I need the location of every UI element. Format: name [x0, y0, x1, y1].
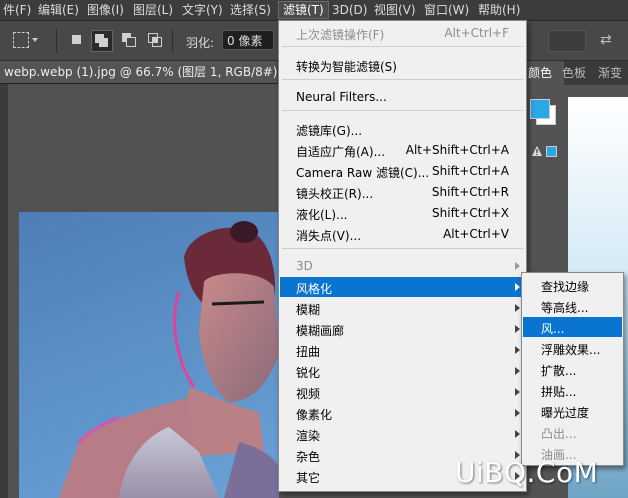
tab-gradients[interactable]: 渐变 — [598, 61, 622, 85]
watermark: UiBQ.CoM — [455, 456, 599, 489]
menu-item-sharpen[interactable]: 锐化 — [280, 361, 525, 381]
new-selection-icon[interactable] — [68, 31, 86, 49]
menu-item-last-filter[interactable]: 上次滤镜操作(F) Alt+Ctrl+F — [280, 23, 525, 43]
menu-filter[interactable]: 滤镜(T) — [278, 1, 329, 19]
menu-item-blur-gallery[interactable]: 模糊画廊 — [280, 319, 525, 339]
menu-type[interactable]: 文字(Y) — [182, 2, 223, 18]
canvas-image[interactable] — [19, 212, 279, 498]
menu-separator — [282, 46, 523, 47]
menu-layer[interactable]: 图层(L) — [133, 2, 173, 18]
menu-help[interactable]: 帮助(H) — [478, 2, 520, 18]
submenu-arrow-icon — [515, 388, 520, 396]
foreground-color-swatch[interactable] — [530, 99, 550, 119]
menu-item-stylize[interactable]: 风格化 — [280, 277, 525, 297]
submenu-arrow-icon — [515, 283, 520, 291]
submenu-item-tiles[interactable]: 拼贴... — [523, 380, 622, 400]
submenu-item-extrude[interactable]: 凸出... — [523, 422, 622, 442]
menu-item-3d[interactable]: 3D — [280, 256, 525, 276]
menu-view[interactable]: 视图(V) — [374, 2, 416, 18]
menu-item-render[interactable]: 渲染 — [280, 424, 525, 444]
submenu-arrow-icon — [515, 367, 520, 375]
subtract-selection-icon[interactable] — [120, 31, 138, 49]
submenu-arrow-icon — [515, 325, 520, 333]
submenu-arrow-icon — [515, 409, 520, 417]
height-input[interactable] — [548, 30, 586, 52]
menu-edit[interactable]: 编辑(E) — [38, 2, 79, 18]
submenu-item-emboss[interactable]: 浮雕效果... — [523, 338, 622, 358]
portrait-photo — [59, 221, 279, 498]
menu-item-video[interactable]: 视频 — [280, 382, 525, 402]
menu-item-adaptive-wide-angle[interactable]: 自适应广角(A)... Alt+Shift+Ctrl+A — [280, 140, 525, 160]
document-tab-title: webp.webp (1).jpg @ 66.7% (图层 1, RGB/8#)… — [4, 65, 277, 79]
feather-input[interactable]: 0 像素 — [222, 30, 274, 50]
menu-bar: 件(F) 编辑(E) 图像(I) 图层(L) 文字(Y) 选择(S) 滤镜(T)… — [0, 0, 628, 21]
nearest-color-swatch[interactable] — [546, 146, 557, 157]
menu-item-pixelate[interactable]: 像素化 — [280, 403, 525, 423]
tab-color[interactable]: 颜色 — [526, 61, 564, 85]
submenu-item-solarize[interactable]: 曝光过度 — [523, 401, 622, 421]
add-to-selection-icon[interactable] — [91, 30, 113, 52]
menu-item-neural-filters[interactable]: Neural Filters... — [280, 87, 525, 107]
submenu-arrow-icon — [515, 430, 520, 438]
menu-file[interactable]: 件(F) — [3, 2, 31, 18]
stylize-submenu: 查找边缘 等高线... 风... 浮雕效果... 扩散... 拼贴... 曝光过… — [521, 272, 624, 466]
menu-item-camera-raw[interactable]: Camera Raw 滤镜(C)... Shift+Ctrl+A — [280, 161, 525, 181]
filter-menu: 上次滤镜操作(F) Alt+Ctrl+F 转换为智能滤镜(S) Neural Fi… — [278, 20, 527, 492]
swap-icon[interactable]: ⇄ — [600, 32, 618, 48]
menu-window[interactable]: 窗口(W) — [424, 2, 469, 18]
menu-item-vanishing-point[interactable]: 消失点(V)... Alt+Ctrl+V — [280, 224, 525, 244]
feather-label: 羽化: — [186, 36, 215, 50]
submenu-arrow-icon — [515, 346, 520, 354]
tab-swatches[interactable]: 色板 — [562, 61, 586, 85]
menu-separator — [282, 79, 523, 80]
menu-item-distort[interactable]: 扭曲 — [280, 340, 525, 360]
submenu-arrow-icon — [515, 262, 520, 270]
submenu-item-find-edges[interactable]: 查找边缘 — [523, 275, 622, 295]
submenu-item-diffuse[interactable]: 扩散... — [523, 359, 622, 379]
marquee-tool-icon[interactable] — [12, 31, 30, 49]
gamut-warning-icon[interactable] — [532, 145, 542, 156]
menu-3d[interactable]: 3D(D) — [332, 2, 367, 18]
menu-select[interactable]: 选择(S) — [230, 2, 271, 18]
menu-item-blur[interactable]: 模糊 — [280, 298, 525, 318]
intersect-selection-icon[interactable] — [146, 31, 164, 49]
submenu-item-wind[interactable]: 风... — [523, 317, 622, 337]
menu-item-convert-smart-filters[interactable]: 转换为智能滤镜(S) — [280, 55, 525, 75]
chevron-down-icon[interactable] — [31, 31, 41, 49]
menu-image[interactable]: 图像(I) — [87, 2, 124, 18]
document-tab[interactable]: webp.webp (1).jpg @ 66.7% (图层 1, RGB/8#)… — [0, 61, 277, 83]
submenu-arrow-icon — [515, 304, 520, 312]
menu-separator — [282, 110, 523, 111]
submenu-item-contour[interactable]: 等高线... — [523, 296, 622, 316]
menu-item-filter-gallery[interactable]: 滤镜库(G)... — [280, 119, 525, 139]
menu-item-liquify[interactable]: 液化(L)... Shift+Ctrl+X — [280, 203, 525, 223]
toolbar-divider — [172, 29, 173, 53]
toolbar-divider — [56, 29, 57, 53]
menu-item-lens-correction[interactable]: 镜头校正(R)... Shift+Ctrl+R — [280, 182, 525, 202]
menu-separator — [282, 248, 523, 249]
